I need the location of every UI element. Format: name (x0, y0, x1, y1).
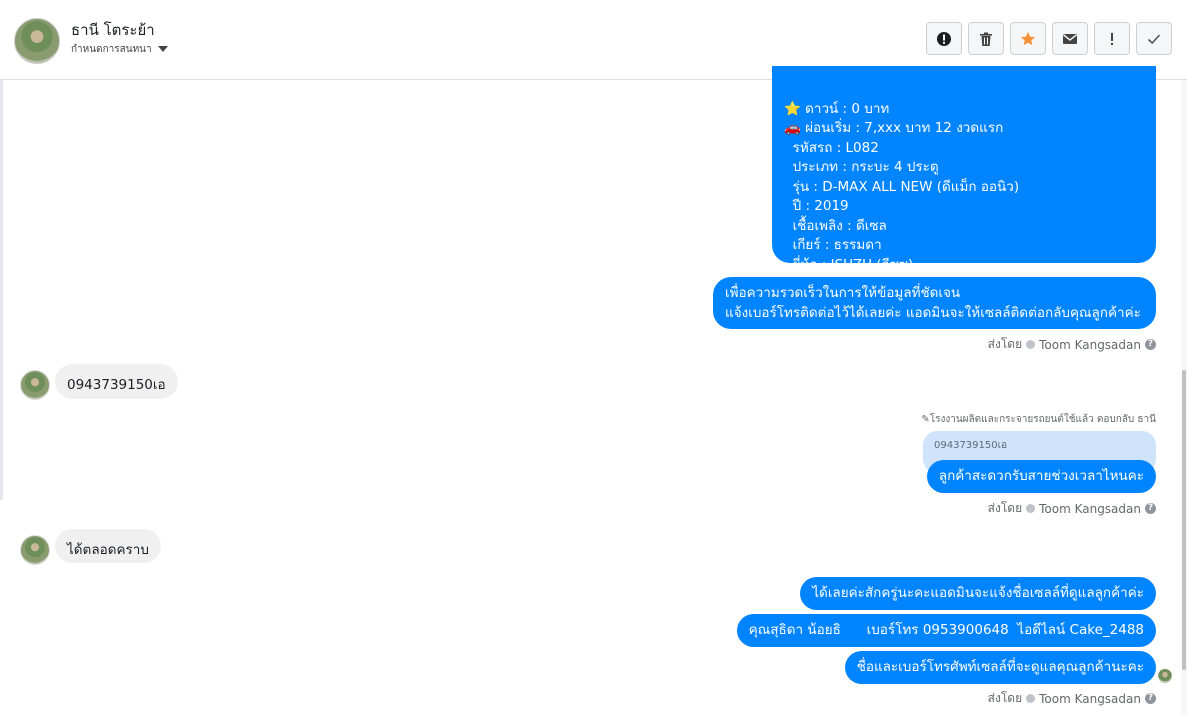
mark-done-button[interactable] (1136, 22, 1172, 55)
car-info-line: ปี : 2019 (784, 198, 849, 214)
left-border (0, 80, 3, 500)
caret-down-icon (157, 46, 168, 52)
sent-by-label: ส่งโดย (987, 691, 1023, 705)
admin-message: ได้เลยค่ะสักครู่นะคะแอดมินจะแจ้งชื่อเซลล… (800, 577, 1156, 610)
sent-by-label: ส่งโดย (987, 337, 1023, 351)
customer-message: 0943739150เอ (55, 364, 178, 399)
sent-by-label: ส่งโดย (987, 501, 1023, 515)
reply-note: ✎โรงงานผลิตและกระจายรถยนต์ใช้แล้ว ตอบกลั… (921, 414, 1156, 425)
sent-by-name: Toom Kangsadan (1039, 337, 1141, 352)
customer-avatar[interactable] (20, 370, 50, 400)
check-icon (1147, 33, 1161, 44)
star-button[interactable] (1010, 22, 1046, 55)
follow-up-button[interactable] (1094, 22, 1130, 55)
scrollbar-thumb[interactable] (1182, 370, 1186, 670)
car-info-line: รุ่น : D-MAX ALL NEW (ดีแม็ก ออนิว) (784, 178, 1020, 195)
sent-by-name: Toom Kangsadan (1039, 691, 1141, 706)
car-info-lines: ⭐ ดาวน์ : 0 บาท 🚗 ผ่อนเริ่ม : 7,xxx บาท 1… (784, 100, 1144, 276)
salesperson-info-message: คุณสุธิดา น้อยธิ เบอร์โทร 0953900648 ไอด… (736, 614, 1156, 647)
sent-by-1: ส่งโดย Toom Kangsadan? (988, 335, 1156, 354)
help-icon[interactable]: ? (1145, 693, 1156, 704)
conversation-label-text: กำหนดการสนทนา (71, 44, 152, 55)
admin-avatar-icon (1026, 340, 1036, 349)
reply-message: ลูกค้าสะดวกรับสายช่วงเวลาไหนคะ (926, 460, 1156, 493)
toolbar (926, 22, 1172, 55)
admin-avatar-icon (1026, 504, 1036, 513)
admin-avatar-icon (1026, 694, 1036, 703)
sent-by-name: Toom Kangsadan (1039, 501, 1141, 516)
sent-by-2: ส่งโดย Toom Kangsadan? (988, 499, 1156, 518)
exclamation-icon (1111, 32, 1113, 45)
seen-avatar (1158, 669, 1172, 683)
car-info-line: 🚗 ผ่อนเริ่ม : 7,xxx บาท 12 งวดแรก (784, 120, 1004, 136)
car-info-line: ยี่ห้อ : ISUZU (อีซูซุ) (784, 256, 914, 273)
customer-avatar[interactable] (20, 535, 50, 565)
contact-name[interactable]: ธานี โตระย้า (71, 18, 155, 42)
info-message: เพื่อความรวดเร็วในการให้ข้อมูลที่ชัดเจน … (713, 277, 1156, 329)
conversation-label-dropdown[interactable]: กำหนดการสนทนา (71, 42, 168, 57)
mail-icon (1063, 33, 1077, 44)
car-info-line: เกียร์ : ธรรมดา (784, 237, 882, 253)
admin-message: ชื่อและเบอร์โทรศัพท์เซลล์ที่จะดูแลคุณลูก… (844, 651, 1156, 684)
contact-avatar[interactable] (14, 18, 60, 64)
car-info-line: ประเภท : กระบะ 4 ประตู (784, 159, 939, 175)
car-info-line: รหัสรถ : L082 (784, 139, 879, 156)
help-icon[interactable]: ? (1145, 339, 1156, 350)
alert-circle-icon (937, 31, 951, 46)
customer-message: ได้ตลอดคราบ (55, 529, 161, 563)
sent-by-3: ส่งโดย Toom Kangsadan? (988, 689, 1156, 708)
car-info-line: เชื้อเพลิง : ดีเซล (784, 217, 887, 234)
trash-icon (980, 32, 992, 46)
car-info-line: ⭐ ดาวน์ : 0 บาท (784, 100, 890, 117)
mark-spam-button[interactable] (926, 22, 962, 55)
star-icon (1021, 31, 1035, 45)
help-icon[interactable]: ? (1145, 503, 1156, 514)
delete-button[interactable] (968, 22, 1004, 55)
car-info-message: ⭐ ดาวน์ : 0 บาท 🚗 ผ่อนเริ่ม : 7,xxx บาท 1… (772, 66, 1156, 273)
mark-unread-button[interactable] (1052, 22, 1088, 55)
